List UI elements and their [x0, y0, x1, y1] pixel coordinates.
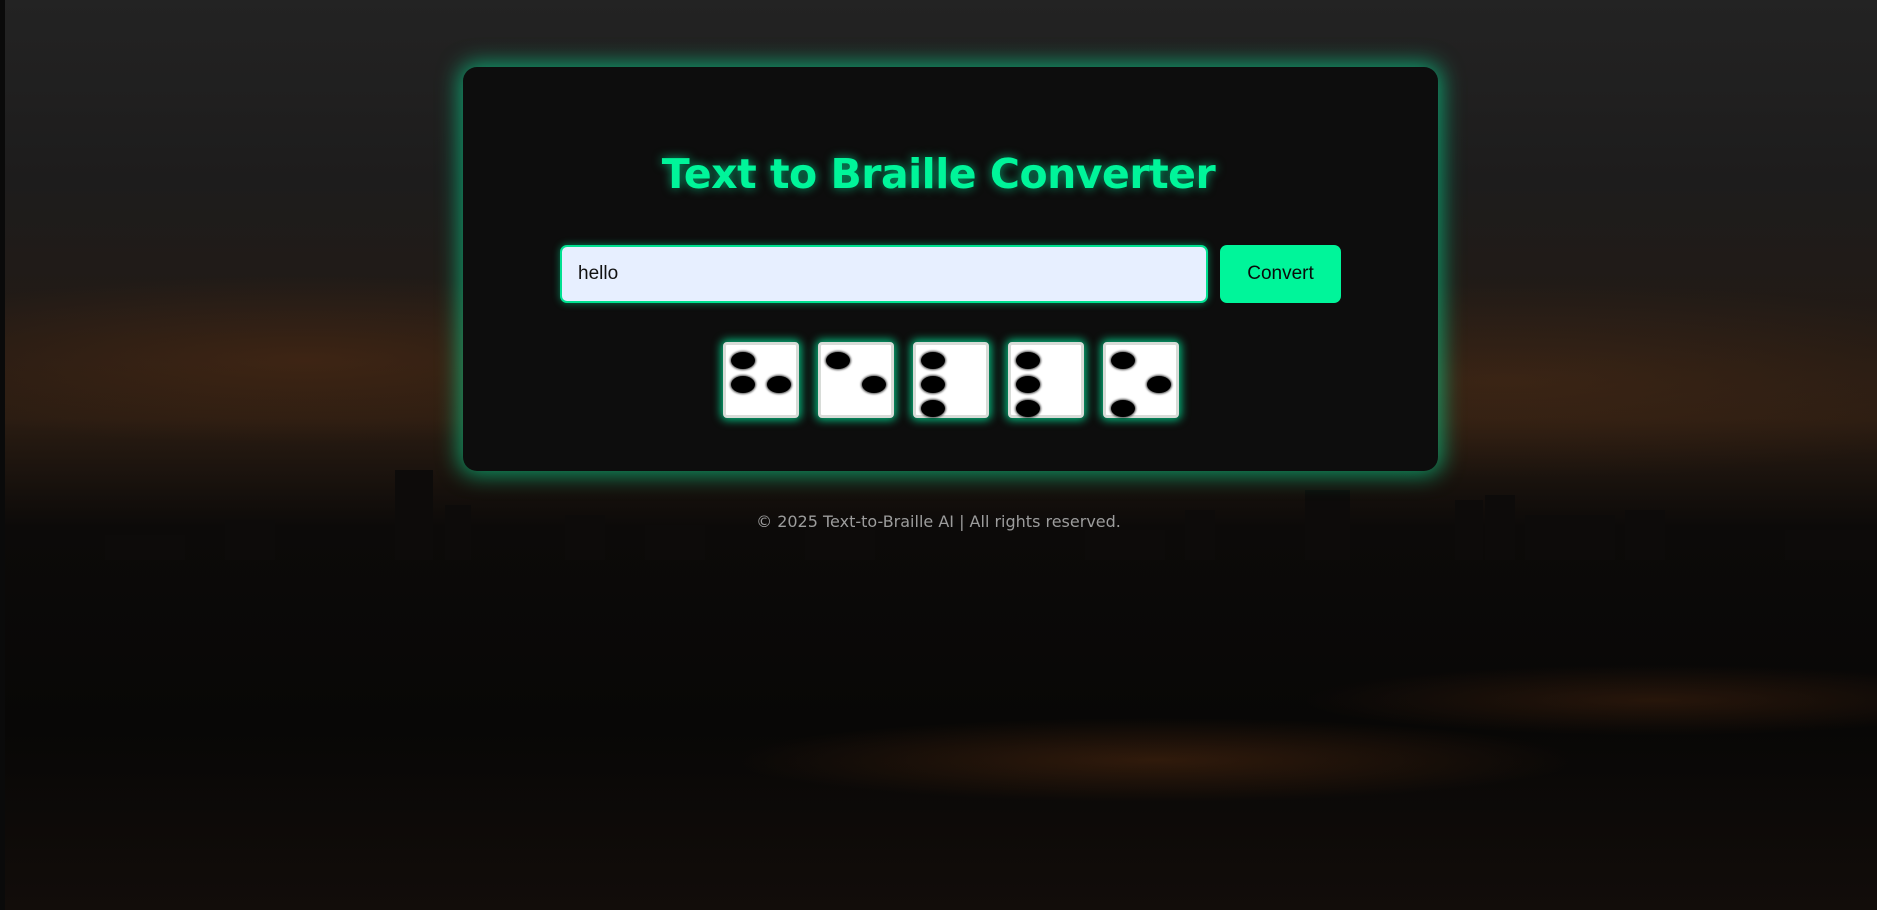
braille-cell-l: [1008, 342, 1084, 418]
braille-dot-1: [921, 352, 945, 369]
braille-dot-5: [1147, 376, 1171, 393]
braille-dot-3: [921, 400, 945, 417]
braille-dot-3: [1016, 400, 1040, 417]
skyline-building: [105, 535, 185, 560]
skyline-building: [1085, 530, 1165, 560]
braille-cell-e: [818, 342, 894, 418]
skyline-building: [805, 530, 875, 560]
braille-cell-l: [913, 342, 989, 418]
braille-dot-2: [921, 376, 945, 393]
skyline-building: [1785, 530, 1875, 560]
footer-copyright: © 2025 Text-to-Braille AI | All rights r…: [756, 512, 1121, 531]
braille-dot-5: [767, 376, 791, 393]
text-input[interactable]: [560, 245, 1208, 303]
braille-cell-o: [1103, 342, 1179, 418]
braille-dot-3: [1111, 400, 1135, 417]
braille-dot-5: [862, 376, 886, 393]
braille-dot-1: [1016, 352, 1040, 369]
braille-cell-h: [723, 342, 799, 418]
braille-dot-2: [1016, 376, 1040, 393]
braille-dot-2: [731, 376, 755, 393]
braille-dot-1: [731, 352, 755, 369]
braille-dot-1: [1111, 352, 1135, 369]
convert-button[interactable]: Convert: [1220, 245, 1341, 303]
braille-dot-1: [826, 352, 850, 369]
page-title: Text to Braille Converter: [661, 150, 1216, 198]
